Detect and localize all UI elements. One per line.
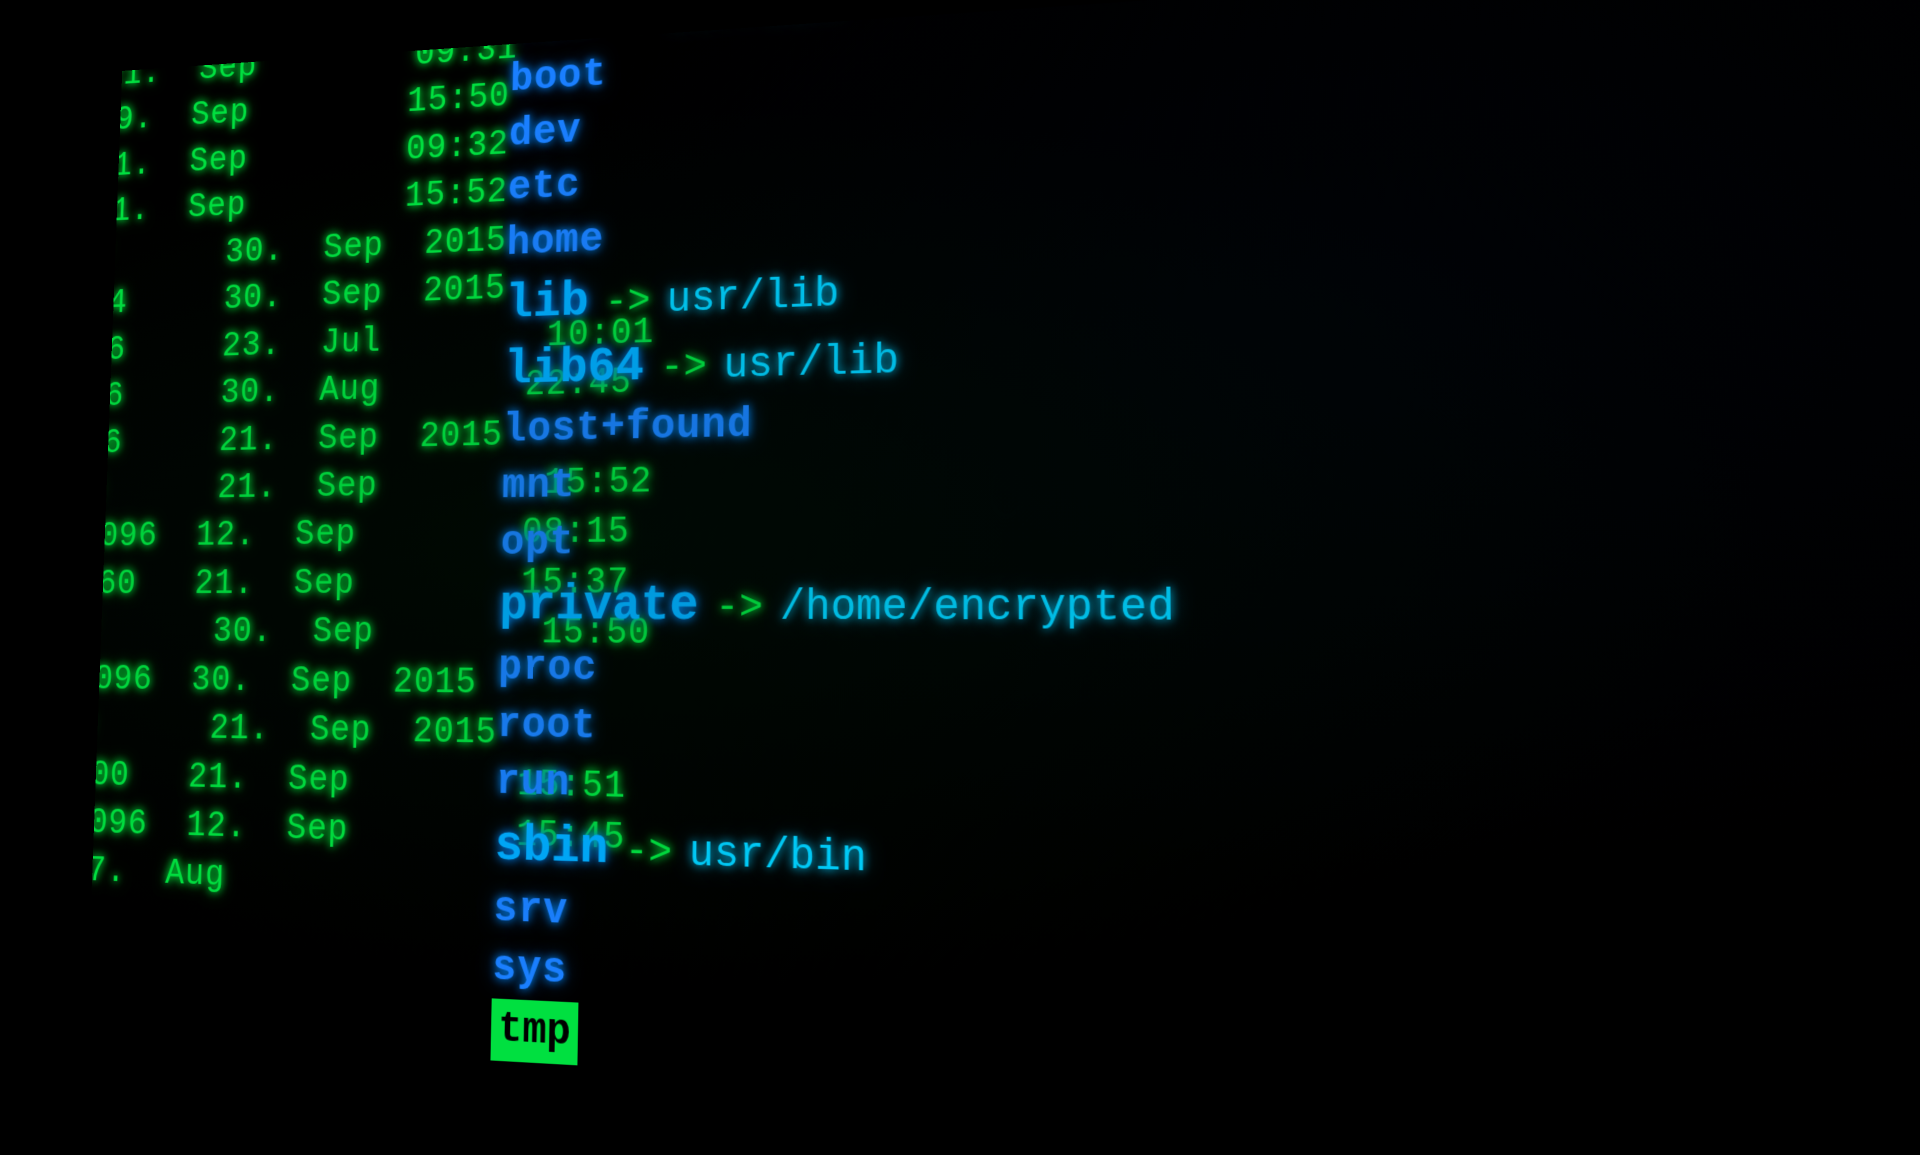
symlink-target: /home/encrypted bbox=[780, 578, 1175, 640]
dir-name-bin: bin bbox=[511, 0, 594, 54]
right-dir-listing: bin -> usr/bin boot dev etc home lib -> … bbox=[490, 0, 1920, 1153]
list-item: 4096 12. Sep 08:15 bbox=[86, 510, 519, 562]
dir-name-srv: srv bbox=[493, 881, 569, 942]
symlink-arrow: -> bbox=[604, 275, 650, 330]
symlink-arrow: -> bbox=[715, 580, 763, 636]
symlink-arrow: -> bbox=[609, 0, 655, 43]
dir-name-lib: lib bbox=[505, 269, 589, 338]
terminal-screen: 21. Sep 09:31 19. Sep 15:50 21. Sep 09:3… bbox=[86, 0, 1920, 1155]
symlink-target: usr/bin bbox=[689, 825, 867, 891]
list-item: 16 21. Sep 2015 bbox=[86, 411, 521, 468]
list-item: 4096 30. Sep 2015 bbox=[86, 656, 516, 709]
file-size: 0 21. Sep 2015 bbox=[86, 704, 497, 760]
dir-name-opt: opt bbox=[500, 515, 575, 572]
list-item: private -> /home/encrypted bbox=[499, 567, 1920, 647]
dir-name-dev: dev bbox=[508, 104, 581, 163]
dir-name-home: home bbox=[506, 213, 604, 273]
dir-name-sbin: sbin bbox=[494, 812, 609, 885]
symlink-target: usr/lib bbox=[723, 333, 899, 396]
list-item: 0 21. Sep 2015 bbox=[86, 704, 515, 760]
dir-name-lib64: lib64 bbox=[504, 333, 645, 403]
left-file-listing: 21. Sep 09:31 19. Sep 15:50 21. Sep 09:3… bbox=[86, 25, 529, 913]
file-size: 4096 30. Sep 2015 bbox=[86, 656, 477, 709]
dir-name-sys: sys bbox=[492, 939, 568, 1001]
dir-name-private: private bbox=[499, 572, 699, 641]
dir-name-boot: boot bbox=[510, 47, 607, 108]
list-item: 0 21. Sep 15:52 bbox=[86, 460, 520, 514]
symlink-target: usr/lib bbox=[666, 267, 839, 330]
dir-name-mnt: mnt bbox=[501, 459, 575, 517]
file-date: 27. Aug bbox=[86, 847, 226, 901]
dir-name-proc: proc bbox=[498, 640, 598, 698]
list-item: 560 21. Sep 15:37 bbox=[86, 559, 518, 609]
file-size: 16 21. Sep 2015 bbox=[86, 411, 503, 467]
symlink-arrow: -> bbox=[625, 824, 673, 882]
list-item: 7 30. Sep 15:50 bbox=[86, 609, 517, 659]
symlink-arrow: -> bbox=[660, 340, 707, 396]
dir-name-etc: etc bbox=[507, 159, 581, 218]
dir-name-tmp: tmp bbox=[490, 998, 578, 1066]
dir-name-run: run bbox=[495, 754, 570, 814]
dir-name-root: root bbox=[497, 697, 597, 756]
dir-name-lost-found: lost+found bbox=[503, 398, 753, 460]
file-size bbox=[98, 55, 100, 100]
